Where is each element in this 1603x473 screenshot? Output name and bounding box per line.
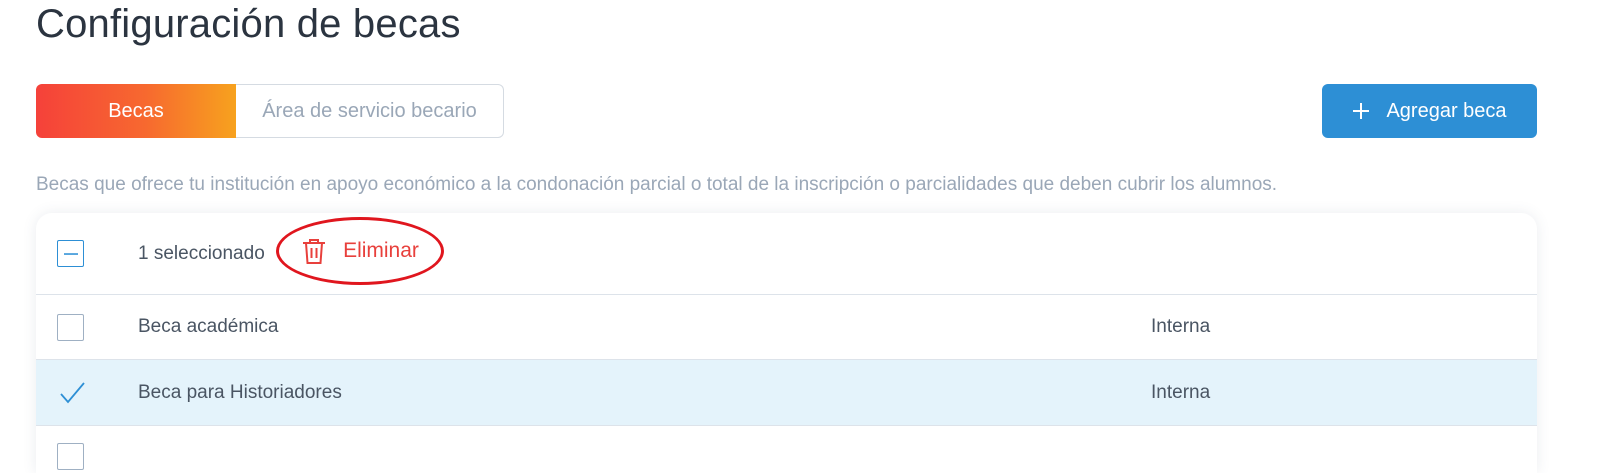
row-checkbox[interactable]: [57, 313, 84, 341]
beca-name: Beca académica: [138, 316, 279, 337]
selected-count: 1 seleccionado: [138, 242, 265, 264]
delete-button[interactable]: Eliminar: [276, 217, 444, 285]
beca-type: Interna: [1151, 381, 1211, 403]
check-icon[interactable]: [58, 379, 86, 407]
page-title: Configuración de becas: [36, 2, 461, 46]
highlight-ring: [276, 217, 444, 285]
beca-type: Interna: [1151, 316, 1211, 337]
becas-table: 1 seleccionado Eliminar Beca académica I…: [36, 213, 1537, 473]
beca-name: Beca para Historiadores: [138, 381, 342, 403]
add-beca-label: Agregar beca: [1386, 99, 1507, 122]
table-row-partial[interactable]: [36, 426, 1537, 473]
minus-icon: [63, 252, 78, 255]
select-all-checkbox[interactable]: [57, 240, 84, 267]
table-row[interactable]: Beca académica Interna: [36, 295, 1537, 360]
tab-bar: Becas Área de servicio becario: [36, 84, 504, 138]
selection-toolbar: 1 seleccionado Eliminar: [36, 213, 1537, 295]
tab-becas[interactable]: Becas: [36, 84, 236, 138]
add-beca-button[interactable]: Agregar beca: [1322, 84, 1537, 138]
table-row-selected[interactable]: Beca para Historiadores Interna: [36, 360, 1537, 426]
plus-icon: [1352, 102, 1370, 120]
row-checkbox[interactable]: [57, 442, 84, 470]
tab-area-servicio-becario[interactable]: Área de servicio becario: [236, 84, 504, 138]
page-description: Becas que ofrece tu institución en apoyo…: [36, 174, 1278, 195]
